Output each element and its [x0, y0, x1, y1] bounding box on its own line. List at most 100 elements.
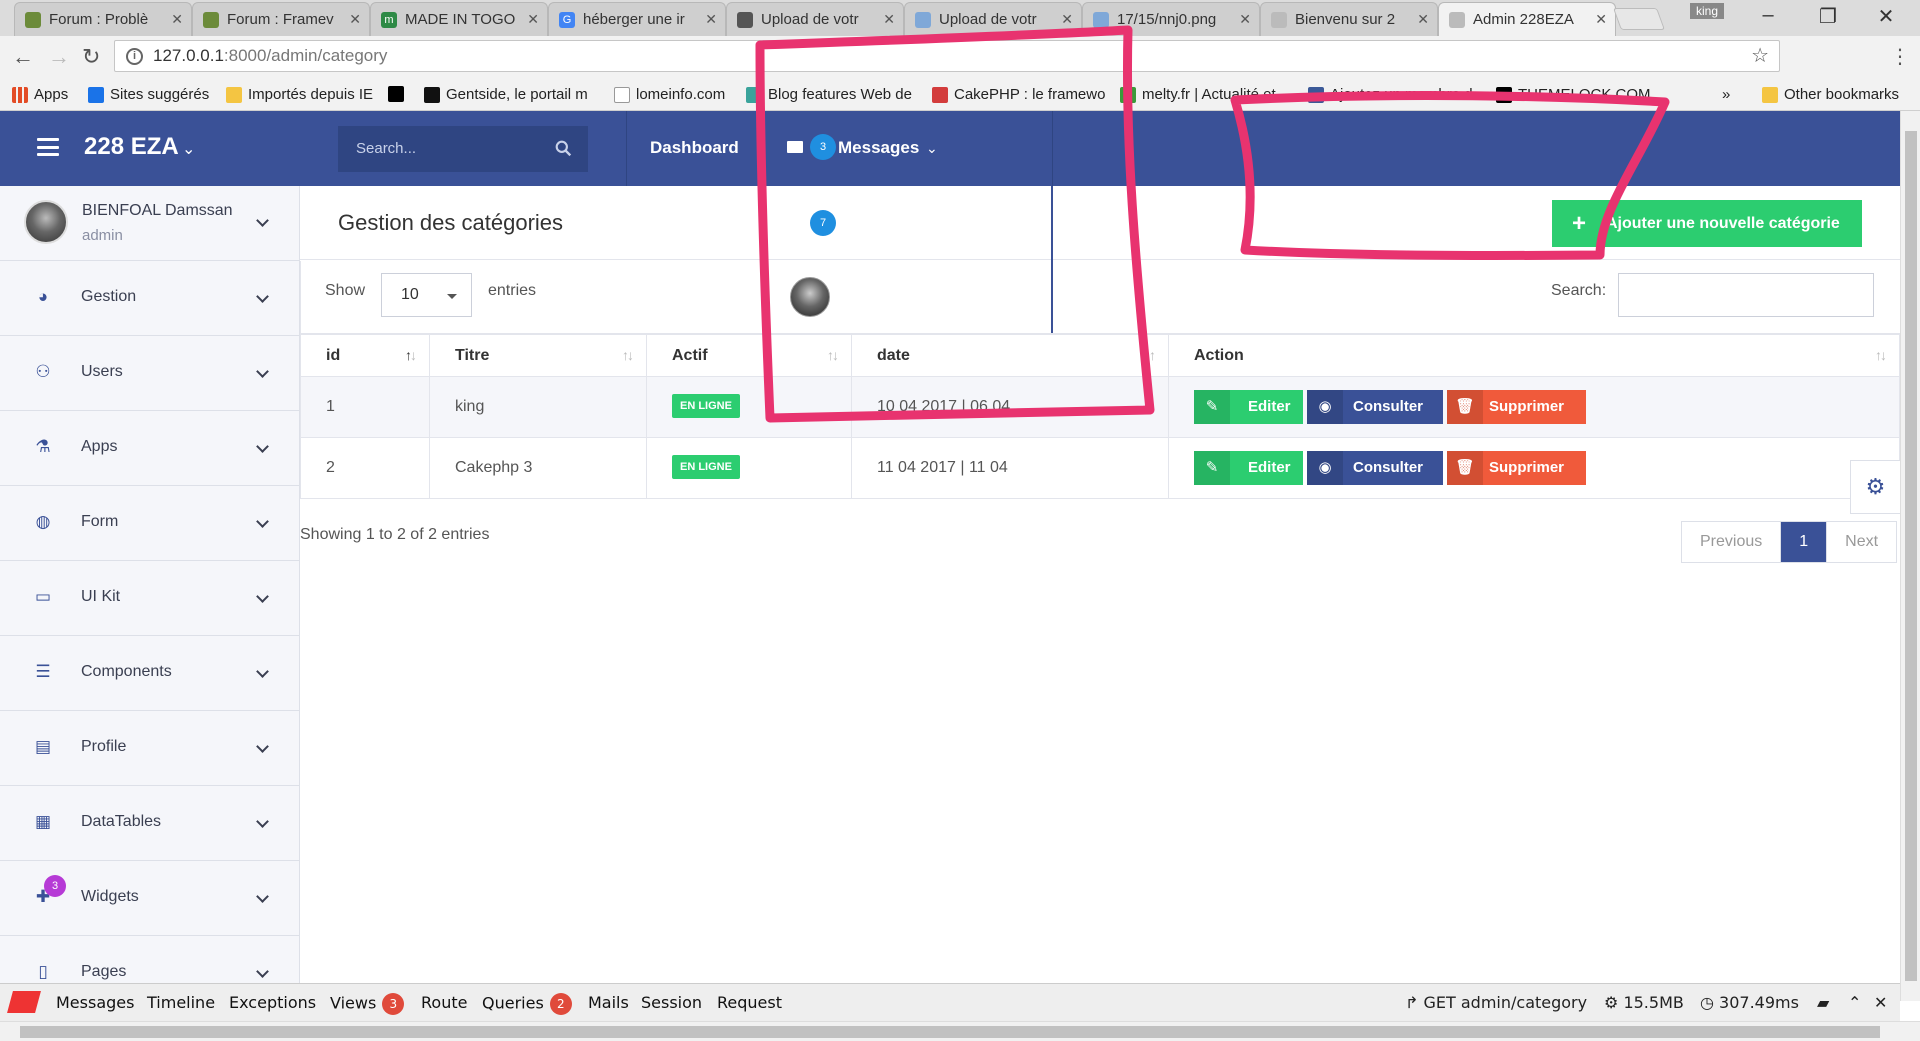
- close-icon[interactable]: ✕: [705, 11, 717, 28]
- sidebar-item-datatables[interactable]: ▦ DataTables: [0, 786, 299, 861]
- bookmark-item[interactable]: [388, 86, 410, 102]
- edit-button[interactable]: ✎ Editer: [1194, 451, 1303, 485]
- header-search-input[interactable]: Search...: [338, 126, 588, 172]
- close-window-icon[interactable]: ✕: [1866, 4, 1906, 29]
- page-length-select[interactable]: 10: [381, 273, 472, 317]
- profile-chip[interactable]: king: [1690, 3, 1725, 19]
- sidebar-item-apps[interactable]: ⚗ Apps: [0, 411, 299, 486]
- debug-tab-mails[interactable]: Mails: [588, 993, 629, 1012]
- debug-tab-messages[interactable]: Messages: [56, 993, 134, 1012]
- close-icon[interactable]: ✕: [1061, 11, 1073, 28]
- column-header-date[interactable]: date ↑: [851, 334, 1169, 377]
- browser-tab[interactable]: Upload de votr ✕: [904, 2, 1082, 36]
- view-button[interactable]: ◉ Consulter: [1307, 451, 1443, 485]
- debug-tab-exceptions[interactable]: Exceptions: [229, 993, 316, 1012]
- column-header-action[interactable]: Action ↑↓: [1168, 334, 1900, 377]
- envelope-icon[interactable]: [787, 141, 803, 153]
- close-icon[interactable]: ✕: [1417, 11, 1429, 28]
- settings-gear-button[interactable]: ⚙: [1850, 460, 1900, 514]
- folder-open-icon[interactable]: ▰: [1817, 993, 1829, 1012]
- browser-tab[interactable]: Ghéberger une ir ✕: [548, 2, 726, 36]
- edit-button[interactable]: ✎ Editer: [1194, 390, 1303, 424]
- sidebar-item-gestion[interactable]: ◕ Gestion: [0, 261, 299, 336]
- chevron-down-icon[interactable]: ⌄: [182, 139, 195, 159]
- browser-tab[interactable]: Forum : Problè ✕: [14, 2, 192, 36]
- browser-tab[interactable]: Bienvenu sur 2 ✕: [1260, 2, 1438, 36]
- close-icon[interactable]: ✕: [1595, 11, 1607, 28]
- sidebar-item-profile[interactable]: ▤ Profile: [0, 711, 299, 786]
- view-button[interactable]: ◉ Consulter: [1307, 390, 1443, 424]
- hamburger-menu-icon[interactable]: [37, 138, 59, 156]
- sidebar-item-users[interactable]: ⚇ Users: [0, 336, 299, 411]
- column-header-id[interactable]: id ↑↓: [300, 334, 430, 377]
- close-icon[interactable]: ✕: [1239, 11, 1251, 28]
- add-category-button[interactable]: + Ajouter une nouvelle catégorie: [1552, 200, 1862, 247]
- sidebar-user[interactable]: BIENFOAL Damssan admin: [0, 186, 299, 261]
- debug-tab-timeline[interactable]: Timeline: [147, 993, 215, 1012]
- browser-tab[interactable]: m MADE IN TOGO ✕: [370, 2, 548, 36]
- chevron-down-icon[interactable]: [256, 214, 269, 227]
- bookmark-item[interactable]: Sites suggérés: [88, 86, 209, 103]
- back-arrow-icon[interactable]: ←: [12, 44, 34, 70]
- browser-tab[interactable]: Upload de votr ✕: [726, 2, 904, 36]
- debug-tab-request[interactable]: Request: [717, 993, 782, 1012]
- nav-dashboard[interactable]: Dashboard: [650, 138, 739, 158]
- vertical-scrollbar[interactable]: [1900, 111, 1920, 1001]
- bookmark-item[interactable]: CakePHP : le framewo: [932, 86, 1105, 103]
- browser-menu-icon[interactable]: ⋮: [1890, 44, 1910, 69]
- table-search-input[interactable]: [1618, 273, 1874, 317]
- close-icon[interactable]: ✕: [349, 11, 361, 28]
- maximize-icon[interactable]: ❐: [1808, 4, 1848, 29]
- browser-tab[interactable]: 17/15/nnj0.png ✕: [1082, 2, 1260, 36]
- bookmark-item[interactable]: Gentside, le portail m: [424, 86, 588, 103]
- new-tab-button[interactable]: [1612, 8, 1666, 30]
- debugkit-logo-icon[interactable]: [7, 991, 41, 1013]
- scrollbar-thumb[interactable]: [20, 1026, 1880, 1038]
- browser-tab[interactable]: Forum : Framev ✕: [192, 2, 370, 36]
- bookmark-star-icon[interactable]: ☆: [1751, 41, 1769, 71]
- close-debugbar-icon[interactable]: ✕: [1874, 993, 1887, 1012]
- debug-tab-session[interactable]: Session: [641, 993, 702, 1012]
- bookmark-apps[interactable]: Apps: [12, 86, 68, 103]
- delete-button[interactable]: 🗑 Supprimer: [1447, 390, 1586, 424]
- other-bookmarks[interactable]: Other bookmarks: [1762, 86, 1899, 103]
- bookmark-item[interactable]: lomeinfo.com: [614, 86, 725, 103]
- debug-tab-views[interactable]: Views 3: [330, 993, 405, 1015]
- sidebar-item-widgets[interactable]: ✚ 3 Widgets: [0, 861, 299, 936]
- info-icon[interactable]: i: [126, 48, 143, 65]
- forward-arrow-icon[interactable]: →: [48, 44, 70, 70]
- next-page-button[interactable]: Next: [1827, 522, 1896, 562]
- debug-tab-queries[interactable]: Queries 2: [482, 993, 572, 1015]
- address-bar[interactable]: i 127.0.0.1:8000/admin/category ☆: [114, 40, 1780, 72]
- chevron-down-icon[interactable]: ⌄: [926, 140, 938, 157]
- close-icon[interactable]: ✕: [883, 11, 895, 28]
- search-icon[interactable]: [555, 140, 572, 157]
- column-header-titre[interactable]: Titre ↑↓: [429, 334, 647, 377]
- close-icon[interactable]: ✕: [527, 11, 539, 28]
- sidebar-item-form[interactable]: ◍ Form: [0, 486, 299, 561]
- bookmark-item[interactable]: melty.fr | Actualité et: [1120, 86, 1276, 103]
- sidebar-item-components[interactable]: ☰ Components: [0, 636, 299, 711]
- cakephp-icon: [932, 86, 948, 103]
- bookmark-item[interactable]: THEMELOCK.COM: [1496, 86, 1651, 103]
- sidebar-item-pages[interactable]: ▯ Pages: [0, 936, 299, 983]
- delete-button[interactable]: 🗑 Supprimer: [1447, 451, 1586, 485]
- brand-title[interactable]: 228 EZA: [84, 133, 179, 161]
- bookmark-item[interactable]: Blog features Web de: [746, 86, 912, 103]
- reload-icon[interactable]: ↻: [82, 44, 100, 70]
- nav-messages[interactable]: Messages: [838, 138, 919, 158]
- column-header-actif[interactable]: Actif ↑↓: [646, 334, 852, 377]
- bookmarks-more[interactable]: »: [1722, 86, 1730, 103]
- bookmark-item[interactable]: Ajoutez un membre d: [1308, 86, 1473, 103]
- chevron-up-icon[interactable]: ⌃: [1848, 993, 1861, 1012]
- browser-tab-active[interactable]: Admin 228EZA ✕: [1438, 2, 1616, 36]
- sidebar-item-ui-kit[interactable]: ▭ UI Kit: [0, 561, 299, 636]
- close-icon[interactable]: ✕: [171, 11, 183, 28]
- debug-tab-route[interactable]: Route: [421, 993, 467, 1012]
- minimize-icon[interactable]: –: [1748, 4, 1788, 27]
- bookmark-folder[interactable]: Importés depuis IE: [226, 86, 373, 103]
- page-1-button[interactable]: 1: [1781, 522, 1828, 562]
- scrollbar-thumb[interactable]: [1905, 131, 1917, 981]
- previous-page-button[interactable]: Previous: [1682, 522, 1782, 562]
- horizontal-scrollbar[interactable]: [0, 1021, 1920, 1041]
